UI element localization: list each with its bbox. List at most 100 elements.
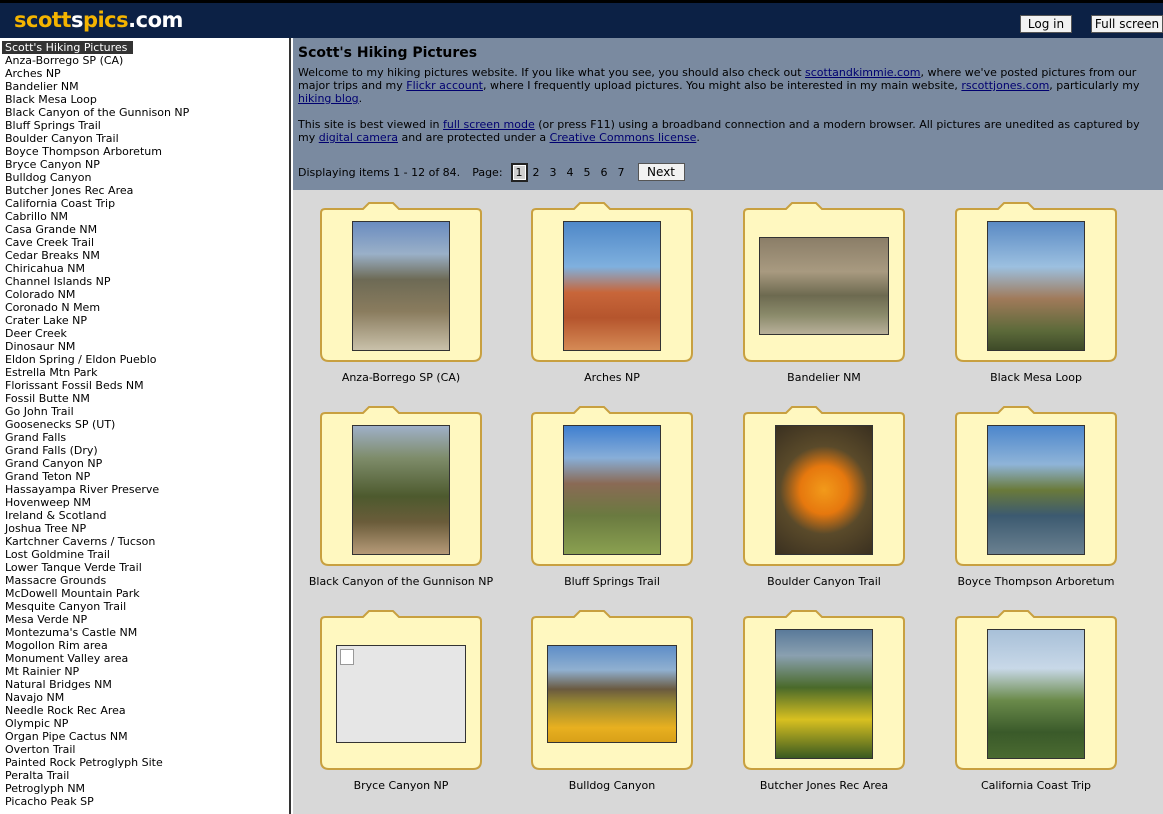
- sidebar-item[interactable]: Boulder Canyon Trail: [0, 132, 289, 145]
- sidebar-item[interactable]: Eldon Spring / Eldon Pueblo: [0, 353, 289, 366]
- sidebar-item[interactable]: Coronado N Mem: [0, 301, 289, 314]
- sidebar-item[interactable]: Arches NP: [0, 67, 289, 80]
- tile-label[interactable]: California Coast Trip: [930, 779, 1142, 792]
- gallery-tile[interactable]: Bulldog Canyon: [530, 609, 730, 804]
- sidebar-item[interactable]: Cedar Breaks NM: [0, 249, 289, 262]
- sidebar-item[interactable]: Joshua Tree NP: [0, 522, 289, 535]
- sidebar-item[interactable]: Black Canyon of the Gunnison NP: [0, 106, 289, 119]
- sidebar-item[interactable]: Cave Creek Trail: [0, 236, 289, 249]
- full-screen-mode-link[interactable]: full screen mode: [443, 118, 535, 131]
- thumbnail-image[interactable]: [352, 221, 450, 351]
- flickr-link[interactable]: Flickr account: [406, 79, 483, 92]
- gallery-tile[interactable]: Bluff Springs Trail: [530, 405, 730, 600]
- sidebar-item[interactable]: Olympic NP: [0, 717, 289, 730]
- sidebar-item[interactable]: Hovenweep NM: [0, 496, 289, 509]
- gallery-tile[interactable]: Bryce Canyon NP: [319, 609, 519, 804]
- tile-label[interactable]: Bryce Canyon NP: [295, 779, 507, 792]
- sidebar-item[interactable]: Lost Goldmine Trail: [0, 548, 289, 561]
- sidebar-item[interactable]: Channel Islands NP: [0, 275, 289, 288]
- sidebar-item[interactable]: California Coast Trip: [0, 197, 289, 210]
- sidebar-item[interactable]: Dinosaur NM: [0, 340, 289, 353]
- tile-label[interactable]: Bulldog Canyon: [506, 779, 718, 792]
- sidebar-item[interactable]: Montezuma's Castle NM: [0, 626, 289, 639]
- tile-label[interactable]: Boyce Thompson Arboretum: [930, 575, 1142, 588]
- sidebar-item[interactable]: Grand Canyon NP: [0, 457, 289, 470]
- page-number-link[interactable]: 1: [510, 162, 528, 182]
- sidebar-item[interactable]: Fossil Butte NM: [0, 392, 289, 405]
- sidebar-item[interactable]: Natural Bridges NM: [0, 678, 289, 691]
- gallery-tile[interactable]: Black Mesa Loop: [954, 201, 1154, 396]
- sidebar-item[interactable]: Mesa Verde NP: [0, 613, 289, 626]
- thumbnail-image[interactable]: [352, 425, 450, 555]
- sidebar-item[interactable]: Grand Falls (Dry): [0, 444, 289, 457]
- gallery-tile[interactable]: California Coast Trip: [954, 609, 1154, 804]
- gallery-tile[interactable]: Boyce Thompson Arboretum: [954, 405, 1154, 600]
- next-page-button[interactable]: Next: [637, 163, 685, 181]
- tile-label[interactable]: Bandelier NM: [718, 371, 930, 384]
- thumbnail-image[interactable]: [775, 629, 873, 759]
- sidebar-item[interactable]: Florissant Fossil Beds NM: [0, 379, 289, 392]
- page-number-link[interactable]: 6: [596, 166, 613, 179]
- digital-camera-link[interactable]: digital camera: [319, 131, 398, 144]
- gallery-tile[interactable]: Arches NP: [530, 201, 730, 396]
- thumbnail-image[interactable]: [775, 425, 873, 555]
- sidebar-item[interactable]: Mt Rainier NP: [0, 665, 289, 678]
- sidebar-item[interactable]: Bryce Canyon NP: [0, 158, 289, 171]
- sidebar-item[interactable]: Cabrillo NM: [0, 210, 289, 223]
- sidebar-item[interactable]: Casa Grande NM: [0, 223, 289, 236]
- thumbnail-image[interactable]: [563, 221, 661, 351]
- sidebar-item[interactable]: Bandelier NM: [0, 80, 289, 93]
- sidebar-item[interactable]: Ireland & Scotland: [0, 509, 289, 522]
- sidebar-item[interactable]: Lower Tanque Verde Trail: [0, 561, 289, 574]
- gallery-tile[interactable]: Butcher Jones Rec Area: [742, 609, 942, 804]
- sidebar-item[interactable]: Goosenecks SP (UT): [0, 418, 289, 431]
- sidebar-item[interactable]: Grand Teton NP: [0, 470, 289, 483]
- thumbnail-image[interactable]: [987, 221, 1085, 351]
- gallery-tile[interactable]: Boulder Canyon Trail: [742, 405, 942, 600]
- sidebar-item[interactable]: Estrella Mtn Park: [0, 366, 289, 379]
- sidebar-item[interactable]: Monument Valley area: [0, 652, 289, 665]
- gallery-tile[interactable]: Anza-Borrego SP (CA): [319, 201, 519, 396]
- sidebar-item[interactable]: Painted Rock Petroglyph Site: [0, 756, 289, 769]
- tile-label[interactable]: Bluff Springs Trail: [506, 575, 718, 588]
- page-number-link[interactable]: 4: [562, 166, 579, 179]
- sidebar-item[interactable]: Needle Rock Rec Area: [0, 704, 289, 717]
- tile-label[interactable]: Black Canyon of the Gunnison NP: [295, 575, 507, 588]
- sidebar-item[interactable]: Mesquite Canyon Trail: [0, 600, 289, 613]
- tile-label[interactable]: Boulder Canyon Trail: [718, 575, 930, 588]
- sidebar-item[interactable]: Overton Trail: [0, 743, 289, 756]
- thumbnail-image[interactable]: [563, 425, 661, 555]
- sidebar-item[interactable]: Go John Trail: [0, 405, 289, 418]
- sidebar-item[interactable]: Navajo NM: [0, 691, 289, 704]
- sidebar-item[interactable]: Kartchner Caverns / Tucson: [0, 535, 289, 548]
- gallery-tile[interactable]: Black Canyon of the Gunnison NP: [309, 405, 519, 600]
- sidebar-item[interactable]: Chiricahua NM: [0, 262, 289, 275]
- sidebar-item[interactable]: Mogollon Rim area: [0, 639, 289, 652]
- sidebar-item[interactable]: Massacre Grounds: [0, 574, 289, 587]
- rscottjones-link[interactable]: rscottjones.com: [961, 79, 1049, 92]
- sidebar-item[interactable]: Crater Lake NP: [0, 314, 289, 327]
- thumbnail-image[interactable]: [987, 629, 1085, 759]
- sidebar-item[interactable]: Colorado NM: [0, 288, 289, 301]
- sidebar-item[interactable]: Bluff Springs Trail: [0, 119, 289, 132]
- login-button[interactable]: Log in: [1020, 15, 1072, 33]
- tile-label[interactable]: Arches NP: [506, 371, 718, 384]
- sidebar-item[interactable]: Hassayampa River Preserve: [0, 483, 289, 496]
- fullscreen-button[interactable]: Full screen: [1091, 15, 1163, 33]
- page-number-link[interactable]: 5: [579, 166, 596, 179]
- sidebar-item[interactable]: McDowell Mountain Park: [0, 587, 289, 600]
- thumbnail-image[interactable]: [759, 237, 889, 335]
- sidebar-item[interactable]: Deer Creek: [0, 327, 289, 340]
- sidebar-item[interactable]: Peralta Trail: [0, 769, 289, 782]
- gallery-tile[interactable]: Bandelier NM: [742, 201, 942, 396]
- page-number-link[interactable]: 7: [613, 166, 630, 179]
- sidebar-item[interactable]: Grand Falls: [0, 431, 289, 444]
- sidebar-item[interactable]: Bulldog Canyon: [0, 171, 289, 184]
- sidebar-item[interactable]: Picacho Peak SP: [0, 795, 289, 808]
- hiking-blog-link[interactable]: hiking blog: [298, 92, 359, 105]
- sidebar-item[interactable]: Butcher Jones Rec Area: [0, 184, 289, 197]
- sidebar-item[interactable]: Black Mesa Loop: [0, 93, 289, 106]
- sidebar-item[interactable]: Petroglyph NM: [0, 782, 289, 795]
- thumbnail-image[interactable]: [987, 425, 1085, 555]
- tile-label[interactable]: Anza-Borrego SP (CA): [295, 371, 507, 384]
